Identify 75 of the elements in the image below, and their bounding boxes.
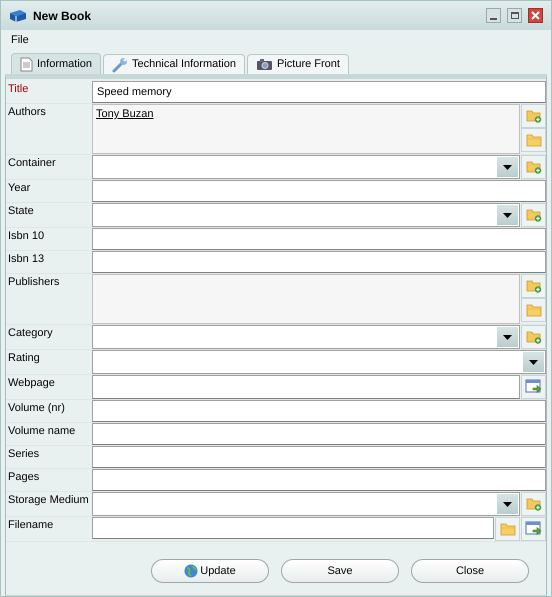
document-icon [20, 56, 33, 72]
field-label: Volume name [7, 424, 76, 439]
add-button[interactable] [521, 274, 546, 298]
caret-icon [503, 502, 512, 506]
open-button[interactable] [521, 128, 546, 152]
dropdown-button[interactable] [497, 494, 518, 514]
minimize-button[interactable] [486, 8, 501, 23]
tab[interactable]: Picture Front [246, 54, 349, 74]
caret-icon [503, 164, 512, 170]
dropdown-button[interactable] [497, 327, 518, 347]
launch-button[interactable] [521, 517, 546, 541]
field-label: Webpage [7, 376, 56, 391]
window-title: New Book [33, 8, 92, 24]
dropdown-field[interactable] [92, 350, 546, 374]
field-label: Container [7, 156, 57, 171]
folder-add-icon [526, 109, 542, 123]
close-button[interactable] [528, 8, 543, 23]
text-field[interactable] [92, 180, 546, 202]
url-field[interactable] [92, 375, 520, 399]
folder-add-icon [526, 279, 542, 293]
folder-add-icon [526, 208, 542, 222]
caret-icon [529, 360, 538, 364]
text-field[interactable]: Speed memory [92, 81, 546, 103]
camera-icon [256, 58, 273, 71]
folder-add-icon [526, 330, 542, 344]
text-field[interactable] [92, 446, 546, 468]
folder-add-icon [526, 160, 542, 174]
open-button[interactable] [521, 298, 546, 322]
field-label: State [7, 204, 35, 219]
field-label: Rating [7, 351, 41, 366]
maximize-button[interactable] [507, 8, 522, 23]
dialog-button[interactable]: Save [281, 559, 399, 583]
field-label: Pages [7, 470, 40, 485]
field-label: Storage Medium [7, 493, 90, 508]
folder-add-icon [526, 497, 542, 511]
text-field[interactable] [92, 228, 546, 250]
dialog-button[interactable]: Close [411, 559, 529, 583]
folder-icon [526, 134, 542, 146]
close-icon [531, 11, 540, 20]
list-item-link[interactable]: Tony Buzan [96, 109, 154, 120]
caret-icon [503, 212, 512, 218]
list-box[interactable]: Tony Buzan [92, 104, 520, 154]
add-button[interactable] [521, 104, 546, 128]
field-label: Series [7, 447, 40, 462]
folder-icon [526, 304, 542, 316]
dropdown-field[interactable] [92, 155, 520, 179]
folder-icon [500, 522, 516, 536]
field-label: Isbn 13 [7, 252, 46, 267]
file-field[interactable] [92, 517, 494, 539]
field-label: Title [7, 82, 30, 97]
dropdown-field[interactable] [92, 325, 520, 349]
field-label: Year [7, 181, 32, 196]
dropdown-button[interactable] [523, 352, 544, 372]
menu-item[interactable]: File [11, 32, 29, 48]
field-label: Filename [7, 518, 54, 533]
dropdown-field[interactable] [92, 492, 520, 516]
text-field[interactable] [92, 251, 546, 273]
text-field[interactable] [92, 400, 546, 422]
field-label: Publishers [7, 275, 60, 290]
text-field[interactable] [92, 469, 546, 491]
tab[interactable]: Information [11, 53, 102, 74]
dropdown-field[interactable] [92, 203, 520, 227]
tab[interactable]: Technical Information [103, 54, 245, 74]
dropdown-button[interactable] [497, 205, 518, 225]
launch-button[interactable] [521, 375, 546, 399]
caret-icon [503, 334, 512, 340]
dropdown-button[interactable] [497, 157, 518, 177]
text-field[interactable] [92, 423, 546, 445]
globe-icon [184, 564, 198, 578]
field-label: Category [7, 326, 54, 341]
field-label: Volume (nr) [7, 401, 66, 416]
dialog-button[interactable]: Update [151, 559, 269, 583]
field-label: Isbn 10 [7, 229, 46, 244]
field-label: Authors [7, 105, 47, 120]
book-icon [9, 8, 27, 22]
